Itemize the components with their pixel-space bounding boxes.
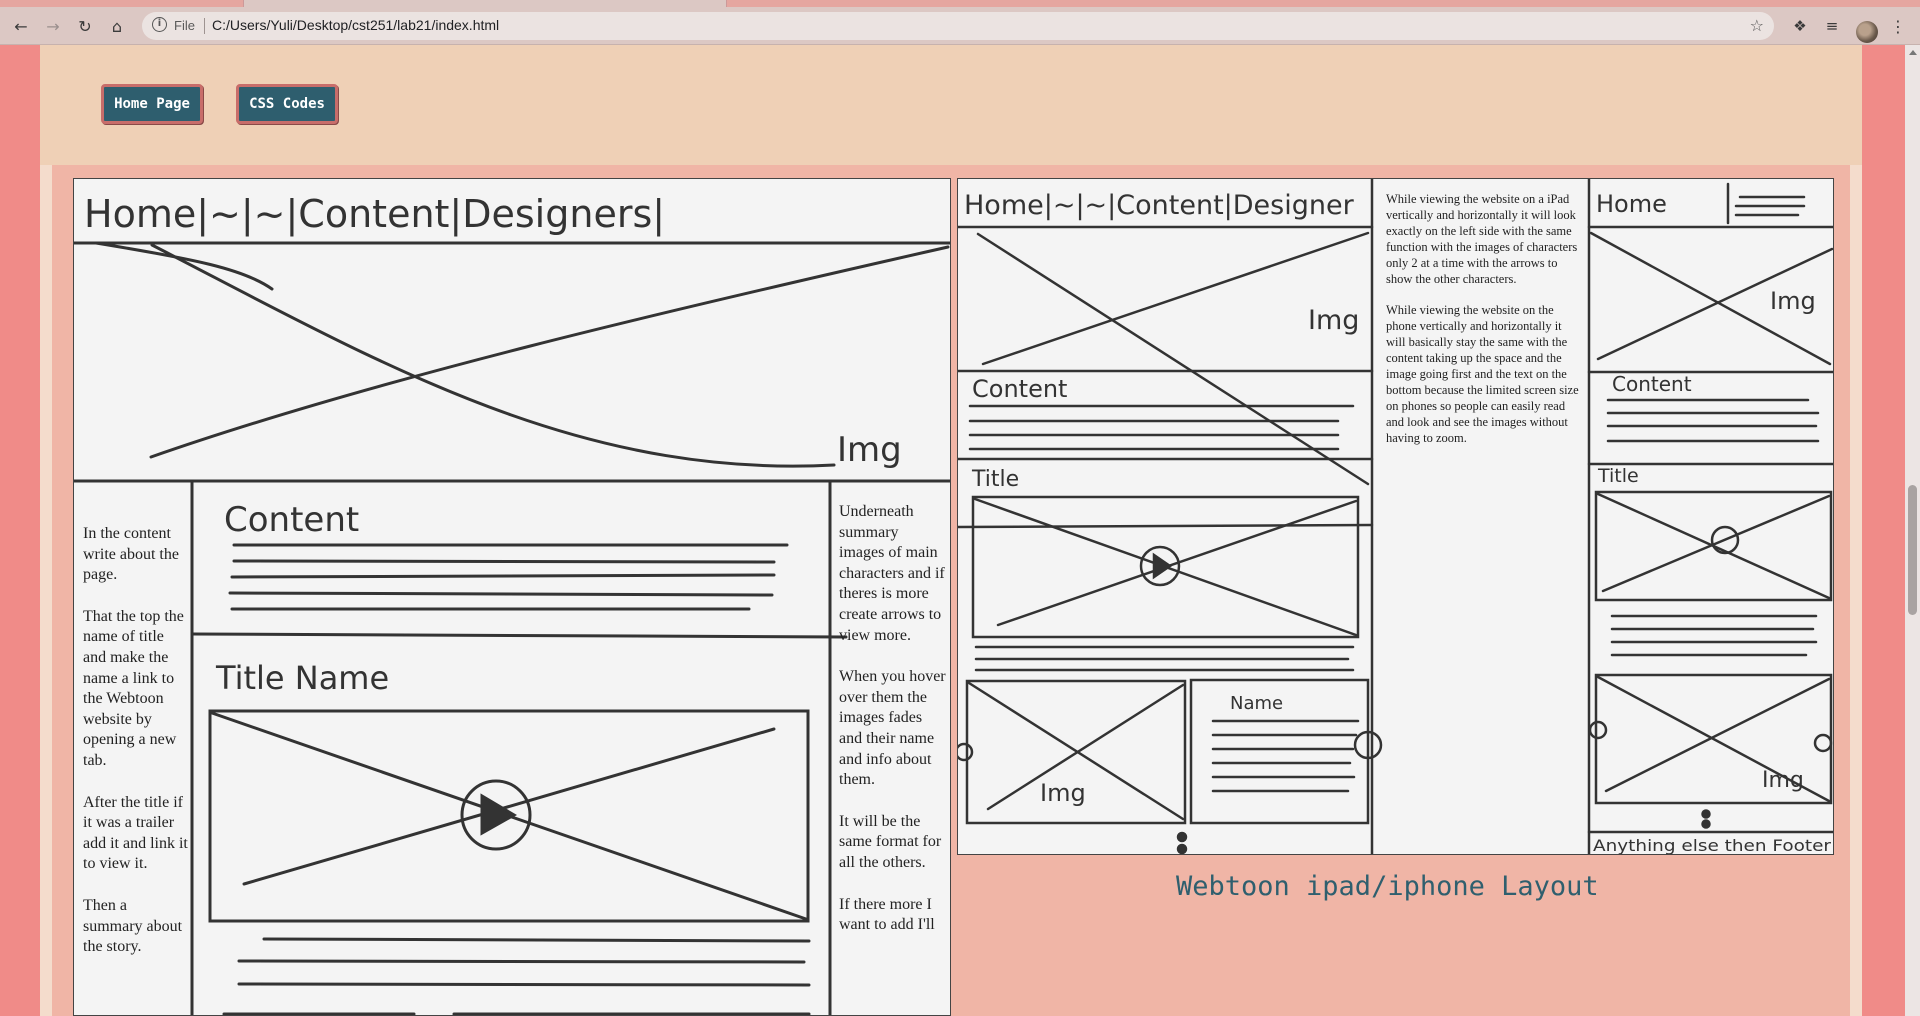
ipad-img-label: Img (1308, 305, 1359, 336)
right-note: Underneath summary images of main charac… (839, 503, 945, 644)
home-page-button[interactable]: Home Page (101, 84, 203, 124)
star-icon[interactable]: ☆ (1750, 16, 1764, 35)
address-bar[interactable]: i File C:/Users/Yuli/Desktop/cst251/lab2… (142, 12, 1774, 40)
desktop-right-notes: Underneath summary images of main charac… (839, 502, 947, 957)
kebab-menu-icon[interactable]: ⋮ (1886, 14, 1910, 38)
phone-img-label: Img (1770, 287, 1816, 315)
back-icon[interactable]: ← (9, 14, 33, 38)
desktop-wireframe-image: Home|~|~|Content|Designers| Img Content … (73, 178, 951, 1016)
desktop-wireframe-drawing: Home|~|~|Content|Designers| Img Content … (74, 192, 950, 1015)
avatar[interactable] (1856, 21, 1878, 43)
left-note: In the content write about the page. (83, 525, 179, 584)
desktop-content-label: Content (224, 500, 359, 540)
playlist-icon[interactable]: ≡ (1820, 14, 1844, 38)
mobile-notes: While viewing the website on a iPad vert… (1386, 192, 1582, 468)
page-scrollbar[interactable] (1905, 45, 1920, 1016)
left-note: Then a summary about the story. (83, 896, 183, 956)
active-tab[interactable] (243, 0, 727, 7)
ipad-nav-sketch-text: Home|~|~|Content|Designer (964, 190, 1355, 221)
phone-character-img-label: Img (1762, 768, 1804, 793)
phone-content-label: Content (1612, 372, 1692, 396)
forward-icon[interactable]: → (41, 14, 65, 38)
info-icon[interactable]: i (152, 17, 167, 32)
page-viewport: Home Page CSS Codes Home|~|~|Content|Des… (0, 45, 1905, 1016)
scroll-thumb[interactable] (1908, 485, 1917, 615)
desktop-nav-sketch-text: Home|~|~|Content|Designers| (84, 192, 665, 237)
address-divider (204, 18, 205, 34)
ipad-title-label: Title (971, 467, 1019, 492)
mobile-wireframe-image: Home|~|~|Content|Designer Img Content Ti… (957, 178, 1834, 855)
css-codes-button[interactable]: CSS Codes (236, 84, 338, 124)
mobile-note: While viewing the website on the phone v… (1386, 303, 1579, 445)
left-note: After the title if it was a trailer add … (83, 793, 188, 873)
ipad-character-name-label: Name (1230, 693, 1283, 714)
home-icon[interactable]: ⌂ (105, 14, 129, 38)
desktop-img-label: Img (837, 430, 902, 470)
right-note: It will be the same format for all the o… (839, 812, 942, 871)
desktop-title-label: Title Name (215, 659, 389, 697)
reload-icon[interactable]: ↻ (73, 14, 97, 38)
ipad-character-img-label: Img (1040, 779, 1086, 807)
scroll-up-arrow-icon[interactable] (1909, 50, 1917, 55)
protocol-label: File (174, 18, 195, 33)
phone-nav-sketch-text: Home (1596, 190, 1667, 218)
ipad-content-label: Content (972, 375, 1067, 403)
layout-caption: Webtoon ipad/iphone Layout (1176, 871, 1599, 902)
phone-title-label: Title (1597, 465, 1639, 487)
puzzle-icon[interactable]: ❖ (1788, 14, 1812, 38)
url-text[interactable]: C:/Users/Yuli/Desktop/cst251/lab21/index… (212, 17, 499, 33)
right-note: When you hover over them the images fade… (839, 668, 946, 789)
tab-strip (0, 0, 1920, 7)
mobile-note: While viewing the website on a iPad vert… (1386, 192, 1578, 286)
phone-footer-text: Anything else then Footer (1593, 836, 1831, 855)
left-note: That the top the name of title and make … (83, 607, 184, 769)
browser-toolbar: ← → ↻ ⌂ i File C:/Users/Yuli/Desktop/cst… (0, 7, 1920, 45)
desktop-left-notes: In the content write about the page. Tha… (83, 524, 188, 979)
right-note: If there more I want to add I'll (839, 895, 935, 934)
header-panel: Home Page CSS Codes (40, 45, 1862, 165)
